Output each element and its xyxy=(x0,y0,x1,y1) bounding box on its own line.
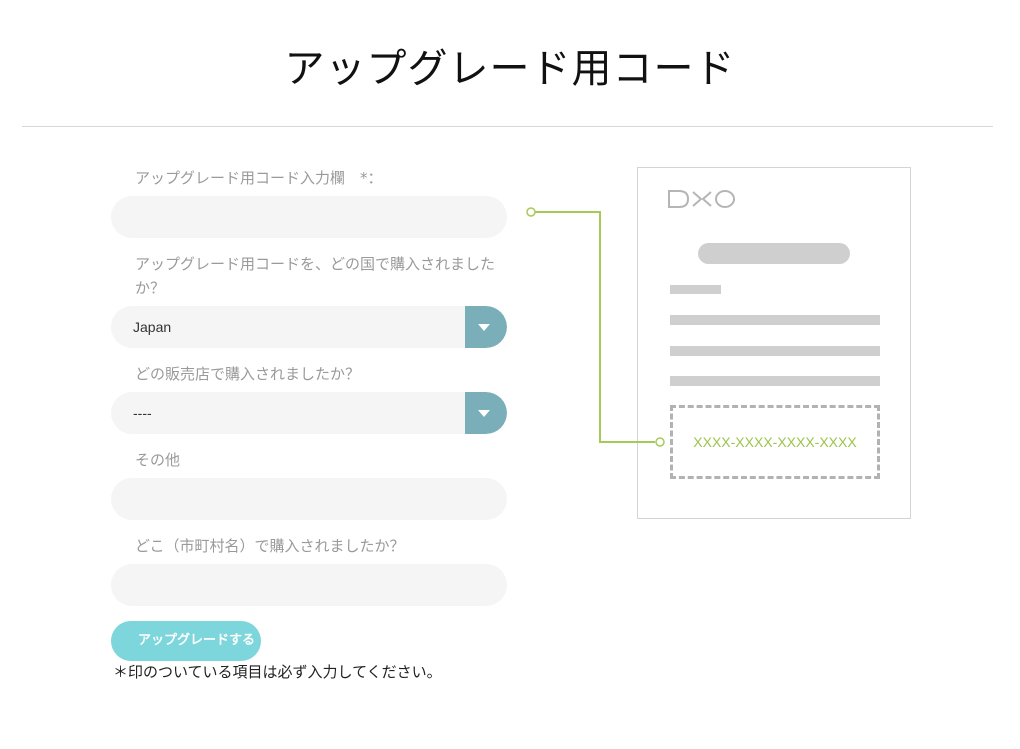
placeholder-line xyxy=(670,285,721,294)
placeholder-title-bar xyxy=(698,243,850,264)
upgrade-submit-button[interactable]: アップグレードする xyxy=(111,621,261,661)
chevron-down-icon xyxy=(478,324,490,331)
country-select-toggle[interactable] xyxy=(465,306,507,348)
upgrade-code-input[interactable] xyxy=(111,196,507,238)
store-select[interactable]: ---- xyxy=(111,392,507,434)
other-input[interactable] xyxy=(111,478,507,520)
upgrade-code-label: アップグレード用コード入力欄 *： xyxy=(135,169,383,187)
placeholder-line xyxy=(670,315,880,325)
header-divider xyxy=(22,126,993,127)
store-select-value: ---- xyxy=(133,405,152,421)
city-input[interactable] xyxy=(111,564,507,606)
placeholder-line xyxy=(670,376,880,386)
country-label: アップグレード用コードを、どの国で購入されましたか？ xyxy=(135,255,496,297)
required-note: ＊印のついている項目は必ず入力してください。 xyxy=(113,663,442,681)
chevron-down-icon xyxy=(478,410,490,417)
dxo-logo xyxy=(668,190,735,208)
code-sample-text: XXXX-XXXX-XXXX-XXXX xyxy=(693,434,857,450)
store-select-toggle[interactable] xyxy=(465,392,507,434)
other-label: その他 xyxy=(135,451,181,469)
country-select[interactable]: Japan xyxy=(111,306,507,348)
city-label: どこ（市町村名）で購入されましたか？ xyxy=(135,537,405,555)
placeholder-line xyxy=(670,346,880,356)
country-select-value: Japan xyxy=(133,319,172,335)
page-title: アップグレード用コード xyxy=(284,46,736,92)
store-label: どの販売店で購入されましたか？ xyxy=(135,365,361,383)
